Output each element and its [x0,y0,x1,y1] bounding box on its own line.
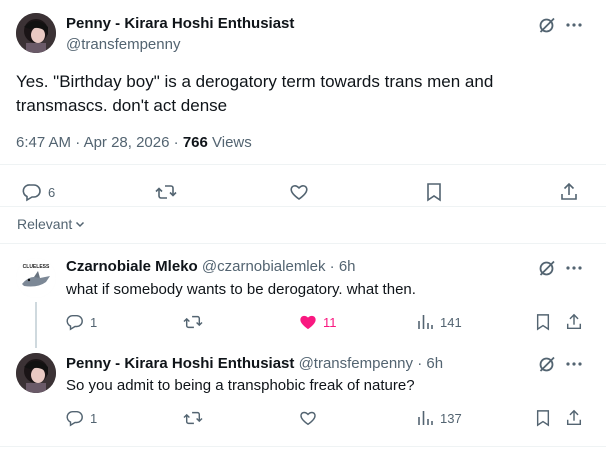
bookmark-button[interactable] [535,313,551,331]
more-icon [566,362,582,366]
reply-icon [22,184,41,202]
reply-count: 6 [48,184,56,200]
retweet-button[interactable] [183,409,203,427]
like-icon [290,185,308,200]
avatar-image [16,353,56,393]
like-button[interactable] [299,409,317,427]
views-count: 766 [182,134,208,151]
like-button[interactable]: 11 [299,313,337,331]
author-name[interactable]: Penny - Kirara Hoshi Enthusiast [66,15,294,32]
views-count: 137 [440,410,462,426]
relevant-label: Relevant [17,216,73,232]
reply-button[interactable]: 1 [66,313,97,331]
more-icon [566,23,582,27]
reply-icon [66,410,83,427]
grok-icon [539,356,555,372]
reply-text: So you admit to being a transphobic frea… [66,377,415,394]
avatar[interactable] [16,13,56,53]
chevron-down-icon [76,221,85,228]
reply-count: 1 [90,410,98,426]
meta-separator: · [173,134,179,151]
retweet-button[interactable] [183,313,203,331]
reply-count: 1 [90,314,98,330]
reply-time[interactable]: 6h [339,258,356,275]
meta-separator: · [417,355,423,372]
tweet-text: Yes. "Birthday boy" is a derogatory term… [16,70,493,118]
relevant-filter[interactable]: Relevant [17,216,86,232]
share-icon [566,313,582,330]
avatar[interactable] [16,353,56,393]
reply-icon [66,314,83,331]
bookmark-icon [427,183,441,202]
retweet-button[interactable] [155,182,177,202]
reply-button[interactable]: 6 [22,182,55,202]
bookmark-button[interactable] [535,409,551,427]
views-label: Views [212,134,252,151]
views-icon [418,315,433,329]
author-handle[interactable]: @czarnobialemlek [202,258,326,275]
bookmark-button[interactable] [425,182,443,202]
views-icon [418,411,433,425]
divider [0,243,606,244]
share-button[interactable] [559,182,579,202]
avatar[interactable]: CLUELESS [16,258,56,298]
avatar-image: CLUELESS [16,258,56,298]
reply-time[interactable]: 6h [426,355,443,372]
grok-button[interactable] [536,257,558,279]
divider [0,164,606,165]
tweet-time[interactable]: 6:47 AM [16,134,71,151]
tweet-text-line2: transmascs. don't act dense [16,96,228,115]
tweet-text-line1: Yes. "Birthday boy" is a derogatory term… [16,72,494,91]
like-icon [300,411,316,426]
share-icon [561,182,577,200]
avatar-image [16,13,56,53]
tweet-meta: 6:47 AM · Apr 28, 2026 · 766 Views [16,134,252,151]
meta-separator: · [75,134,81,151]
more-icon [566,266,582,270]
tweet-date[interactable]: Apr 28, 2026 [84,134,170,151]
grok-icon [539,260,555,276]
author-name[interactable]: Czarnobiale Mleko [66,258,198,275]
divider [0,206,606,207]
views-button[interactable]: 141 [416,313,462,331]
divider [0,446,606,447]
share-button[interactable] [565,409,583,427]
reply-header: Penny - Kirara Hoshi Enthusiast @transfe… [66,355,443,372]
share-button[interactable] [565,313,583,331]
bookmark-icon [536,410,550,427]
author-handle[interactable]: @transfempenny [66,36,180,53]
grok-button[interactable] [536,14,558,36]
like-count: 11 [323,314,337,330]
meta-separator: · [329,258,335,275]
like-icon [300,315,316,330]
share-icon [566,409,582,426]
views-count: 141 [440,314,462,330]
more-button[interactable] [563,353,585,375]
avatar-caption: CLUELESS [23,264,50,270]
author-handle[interactable]: @transfempenny [299,355,413,372]
retweet-icon [183,411,203,425]
reply-text: what if somebody wants to be derogatory.… [66,281,416,298]
views-button[interactable]: 137 [416,409,462,427]
reply-header: Czarnobiale Mleko @czarnobialemlek · 6h [66,258,356,275]
retweet-icon [183,315,203,329]
author-name[interactable]: Penny - Kirara Hoshi Enthusiast [66,355,294,372]
thread-line [35,302,37,348]
more-button[interactable] [563,257,585,279]
retweet-icon [155,185,177,199]
more-button[interactable] [563,14,585,36]
like-button[interactable] [289,182,309,202]
bookmark-icon [536,314,550,331]
grok-button[interactable] [536,353,558,375]
grok-icon [539,17,555,33]
reply-button[interactable]: 1 [66,409,97,427]
